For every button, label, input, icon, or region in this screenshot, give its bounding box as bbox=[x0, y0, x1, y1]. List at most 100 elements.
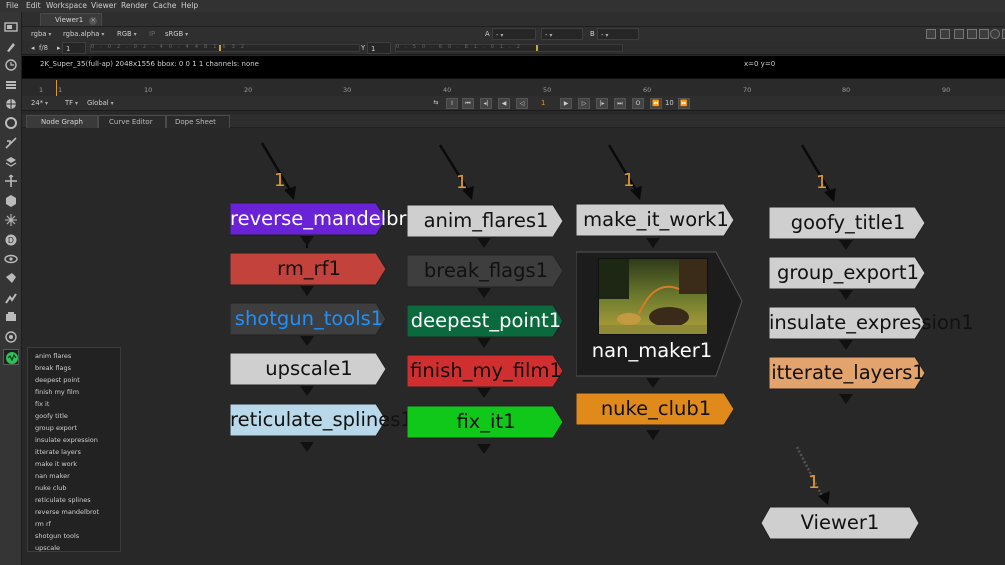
menu-item-reticulate-splines[interactable]: reticulate splines bbox=[35, 496, 91, 504]
menu-item-fix-it[interactable]: fix it bbox=[35, 400, 49, 408]
scope-dropdown[interactable]: Global bbox=[84, 97, 117, 109]
alpha-dropdown[interactable]: rgba.alpha bbox=[60, 28, 107, 40]
node-rm-rf[interactable]: rm_rf1 bbox=[230, 252, 388, 286]
node-finish-my-film[interactable]: finish_my_film1 bbox=[407, 354, 565, 388]
menu-item-itterate-layers[interactable]: itterate layers bbox=[35, 448, 81, 456]
timeline[interactable]: 1 1 10 20 30 40 50 60 70 80 90 bbox=[22, 78, 1005, 96]
node-break-flags[interactable]: break_flags1 bbox=[407, 254, 565, 288]
in-out-icon[interactable]: ⇆ bbox=[430, 98, 442, 109]
node-reverse-mandelbrot[interactable]: reverse_mandelbrot1 bbox=[230, 202, 438, 236]
filter-icon[interactable] bbox=[4, 116, 18, 130]
tab-viewer1[interactable]: Viewer1 × bbox=[40, 13, 103, 26]
tab-node-graph[interactable]: Node Graph× bbox=[26, 115, 98, 139]
transform-icon[interactable] bbox=[4, 174, 18, 188]
node-viewer1[interactable]: Viewer1 bbox=[760, 506, 920, 540]
menu-item-upscale[interactable]: upscale bbox=[35, 544, 60, 552]
menu-viewer[interactable]: Viewer bbox=[91, 1, 117, 10]
node-fix-it[interactable]: fix_it1 bbox=[407, 405, 565, 439]
node-upscale[interactable]: upscale1 bbox=[230, 352, 388, 386]
menu-item-deepest-point[interactable]: deepest point bbox=[35, 376, 80, 384]
menu-item-reverse-mandelbrot[interactable]: reverse mandelbrot bbox=[35, 508, 99, 516]
node-nan-maker[interactable]: nan_maker1 bbox=[576, 251, 744, 377]
viewer-canvas[interactable]: 2K_Super_35(full-ap) 2048x1556 bbox: 0 0… bbox=[22, 56, 1005, 78]
gamma-field[interactable]: 1 bbox=[367, 42, 391, 54]
fstop-value[interactable]: f/8 bbox=[36, 42, 51, 54]
menu-workspace[interactable]: Workspace bbox=[46, 1, 87, 10]
display-dropdown[interactable]: RGB bbox=[114, 28, 140, 40]
menu-icon[interactable] bbox=[979, 29, 989, 39]
menu-item-shotgun-tools[interactable]: shotgun tools bbox=[35, 532, 79, 540]
node-shotgun-tools[interactable]: shotgun_tools1 bbox=[230, 302, 388, 336]
tf-dropdown[interactable]: TF bbox=[62, 97, 81, 109]
playhead[interactable] bbox=[56, 80, 57, 96]
menu-item-nan-maker[interactable]: nan maker bbox=[35, 472, 70, 480]
node-graph-canvas[interactable]: 1 1 1 1 1 reverse_mandelbrot1 rm_rf1 sho… bbox=[22, 128, 1005, 565]
prev-keyframe-button[interactable]: ◂| bbox=[480, 98, 492, 109]
last-frame-button[interactable]: ⏭ bbox=[614, 98, 626, 109]
gamma-slider[interactable]: 0.50.60.81.01.2 bbox=[395, 44, 623, 52]
channel-icon[interactable] bbox=[4, 78, 18, 92]
color-icon[interactable] bbox=[4, 97, 18, 111]
step-back-button[interactable]: ◀ bbox=[498, 98, 510, 109]
node-goofy-title[interactable]: goofy_title1 bbox=[769, 206, 927, 240]
refresh-icon[interactable] bbox=[990, 29, 1000, 39]
menu-render[interactable]: Render bbox=[121, 1, 148, 10]
keyer-icon[interactable] bbox=[4, 136, 18, 150]
node-reticulate-splines[interactable]: reticulate_splines1 bbox=[230, 403, 413, 437]
3d-icon[interactable] bbox=[4, 194, 18, 208]
gizmo-icon[interactable] bbox=[3, 349, 19, 365]
mask-icon[interactable] bbox=[954, 29, 964, 39]
menu-item-nuke-club[interactable]: nuke club bbox=[35, 484, 66, 492]
fps-dropdown[interactable]: 24* bbox=[28, 97, 51, 109]
out-point-button[interactable]: O bbox=[632, 98, 644, 109]
wipe-icon[interactable] bbox=[967, 29, 977, 39]
menu-cache[interactable]: Cache bbox=[153, 1, 176, 10]
skip-back-button[interactable]: ⏪ bbox=[650, 98, 662, 109]
menu-item-finish-my-film[interactable]: finish my film bbox=[35, 388, 79, 396]
menu-file[interactable]: File bbox=[6, 1, 19, 10]
menu-item-break-flags[interactable]: break flags bbox=[35, 364, 71, 372]
gain-field[interactable]: 1 bbox=[62, 42, 86, 54]
tab-dope-sheet[interactable]: Dope Sheet× bbox=[166, 115, 230, 139]
play-forward-button[interactable]: ▶ bbox=[560, 98, 572, 109]
node-make-it-work[interactable]: make_it_work1 bbox=[576, 203, 736, 237]
node-nuke-club[interactable]: nuke_club1 bbox=[576, 392, 736, 426]
merge-icon[interactable] bbox=[4, 155, 18, 169]
gain-slider-handle[interactable] bbox=[219, 45, 221, 51]
skip-forward-button[interactable]: ⏩ bbox=[678, 98, 690, 109]
play-backward-button[interactable]: ◁ bbox=[516, 98, 528, 109]
colorspace-dropdown[interactable]: sRGB bbox=[162, 28, 191, 40]
input-a-dropdown[interactable]: - bbox=[492, 28, 536, 40]
other-icon[interactable] bbox=[4, 310, 18, 324]
roi-icon[interactable] bbox=[926, 29, 936, 39]
menu-item-goofy-title[interactable]: goofy title bbox=[35, 412, 68, 420]
node-itterate-layers[interactable]: itterate_layers1 bbox=[769, 356, 927, 390]
menu-help[interactable]: Help bbox=[181, 1, 198, 10]
current-frame[interactable]: 1 bbox=[538, 97, 548, 109]
ip-button[interactable]: IP bbox=[146, 28, 158, 40]
overlay-icon[interactable] bbox=[940, 29, 950, 39]
toolsets-icon[interactable] bbox=[4, 291, 18, 305]
particles-icon[interactable] bbox=[4, 213, 18, 227]
step-forward-button[interactable]: ▷ bbox=[578, 98, 590, 109]
time-icon[interactable] bbox=[4, 58, 18, 72]
node-group-export[interactable]: group_export1 bbox=[769, 256, 927, 290]
gamma-slider-handle[interactable] bbox=[536, 45, 538, 51]
input-b-dropdown[interactable]: - bbox=[597, 28, 639, 40]
metadata-icon[interactable] bbox=[4, 271, 18, 285]
tab-curve-editor[interactable]: Curve Editor× bbox=[98, 115, 166, 139]
node-insulate-expression[interactable]: insulate_expression1 bbox=[769, 306, 974, 340]
next-keyframe-button[interactable]: |▸ bbox=[596, 98, 608, 109]
compare-dropdown[interactable]: - bbox=[541, 28, 583, 40]
menu-item-rm-rf[interactable]: rm rf bbox=[35, 520, 51, 528]
frame-increment[interactable]: 10 bbox=[662, 97, 677, 109]
menu-item-group-export[interactable]: group export bbox=[35, 424, 77, 432]
menu-item-make-it-work[interactable]: make it work bbox=[35, 460, 77, 468]
menu-item-anim-flares[interactable]: anim flares bbox=[35, 352, 71, 360]
first-frame-button[interactable]: ⏮ bbox=[462, 98, 474, 109]
gain-slider[interactable]: 0.02.02.40.4481632 bbox=[90, 44, 360, 52]
close-icon[interactable]: × bbox=[89, 17, 98, 25]
menu-edit[interactable]: Edit bbox=[26, 1, 41, 10]
paint-icon[interactable] bbox=[4, 40, 18, 54]
node-anim-flares[interactable]: anim_flares1 bbox=[407, 204, 565, 238]
